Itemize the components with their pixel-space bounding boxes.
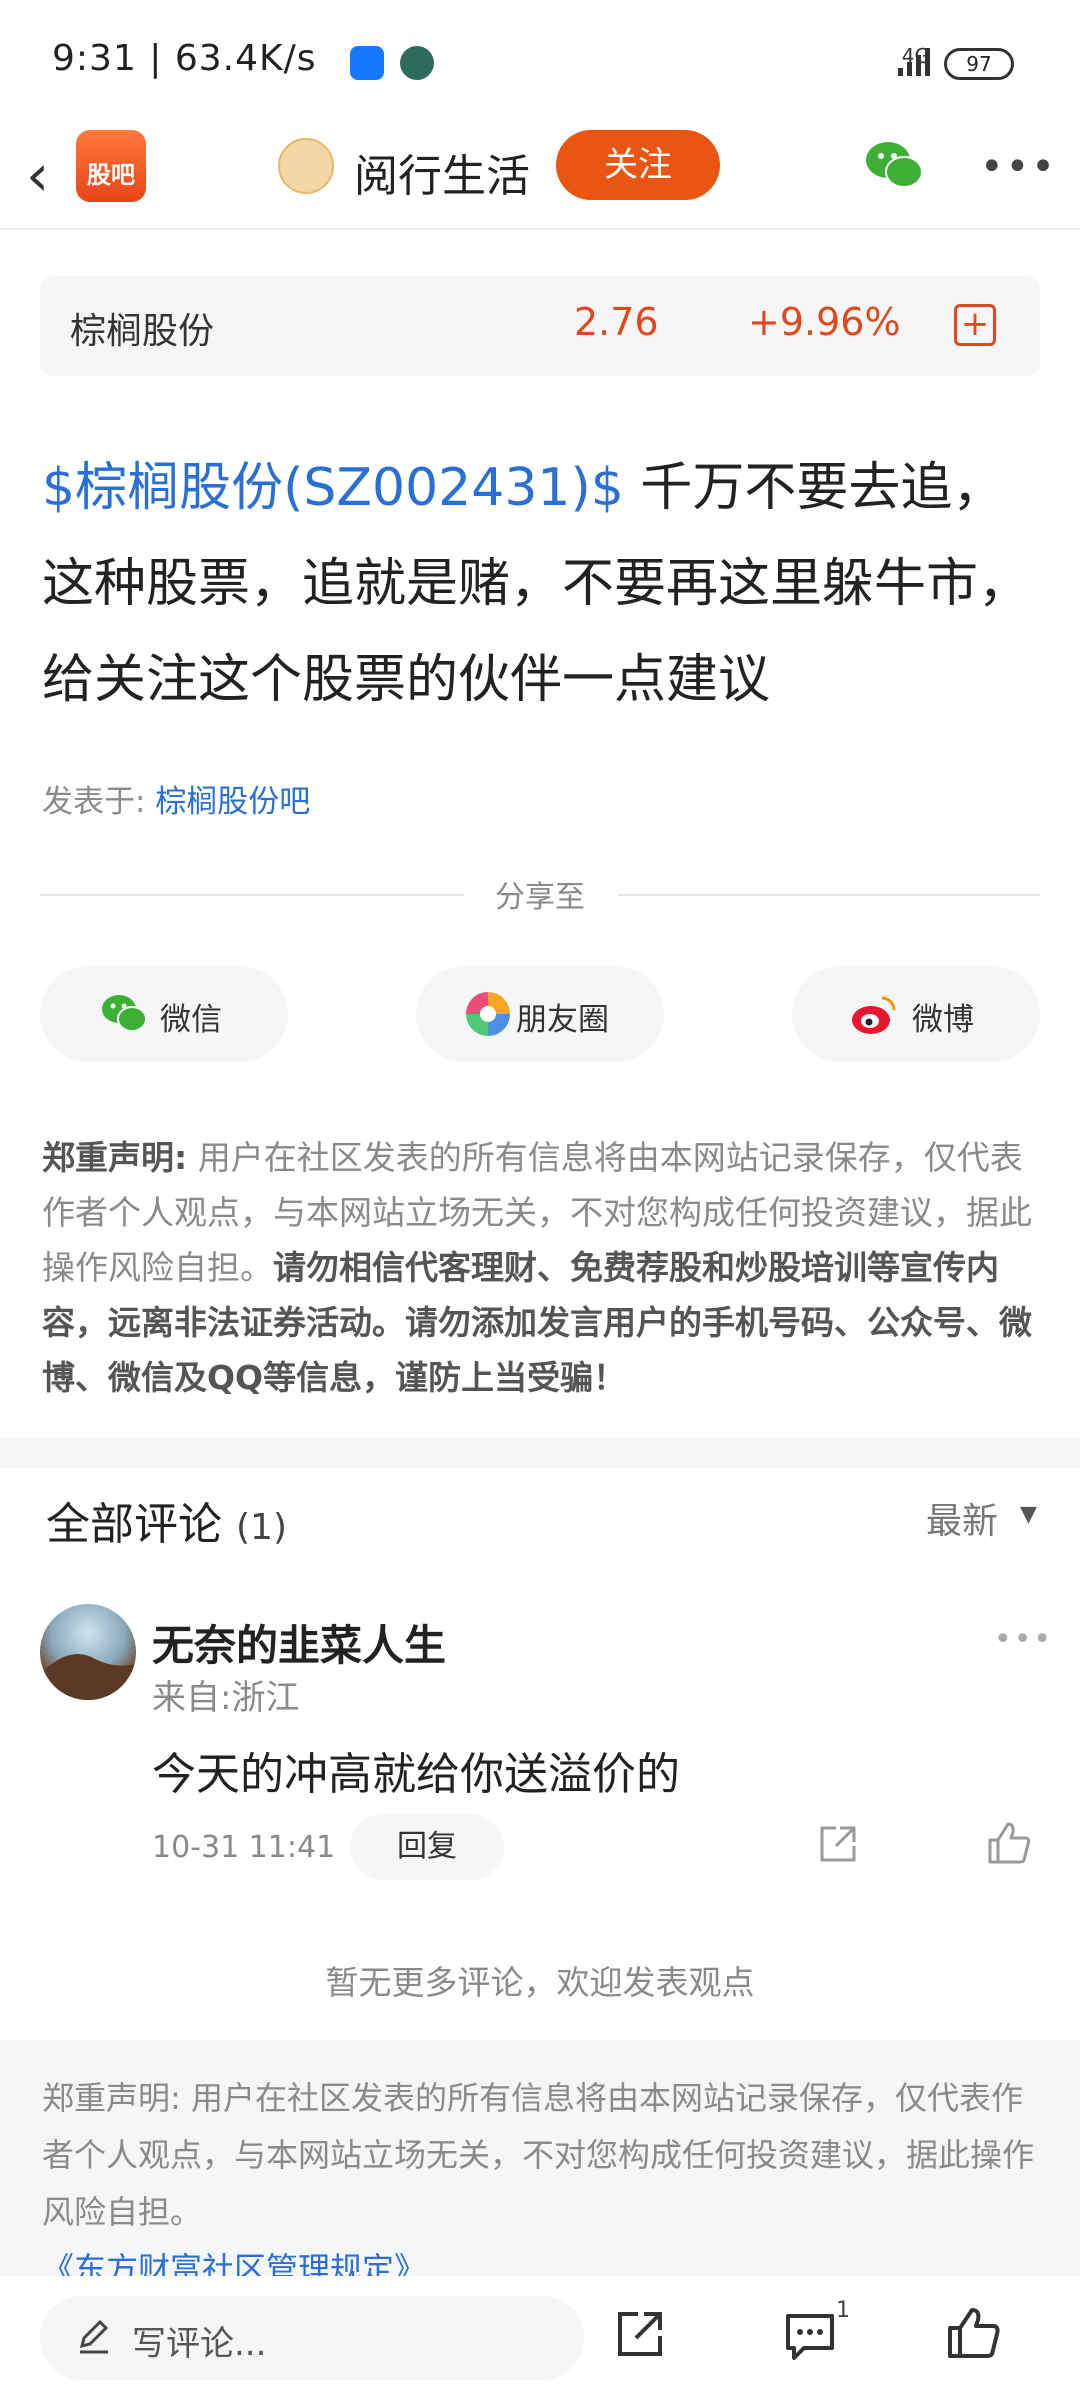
- follow-button[interactable]: 关注: [556, 130, 720, 200]
- author-name[interactable]: 阅行生活: [354, 140, 530, 204]
- like-icon[interactable]: [944, 2304, 1002, 2362]
- comment-text: 今天的冲高就给你送溢价的: [152, 1749, 680, 1800]
- comment-time: 10-31 11:41: [152, 1830, 336, 1865]
- footer-disclaimer-text: 郑重声明: 用户在社区发表的所有信息将由本网站记录保存，仅代表作者个人观点，与本…: [42, 2079, 1035, 2231]
- status-time-speed: 9:31 | 63.4K/s: [52, 38, 317, 79]
- weibo-icon: [852, 996, 896, 1034]
- commenter-location: 来自:浙江: [152, 1678, 300, 1718]
- stock-change: +9.96%: [748, 300, 901, 344]
- commenter-name[interactable]: 无奈的韭菜人生: [152, 1612, 446, 1673]
- posted-in-label: 发表于:: [42, 784, 146, 820]
- commenter-avatar[interactable]: [40, 1604, 136, 1700]
- share-label: 分享至: [495, 880, 585, 915]
- share-icon[interactable]: [612, 2306, 668, 2362]
- stock-tag-link[interactable]: $棕榈股份(SZ002431)$: [42, 458, 624, 518]
- comment-more-icon[interactable]: •••: [994, 1622, 1053, 1657]
- battery-indicator: 97: [944, 48, 1014, 80]
- more-options-icon[interactable]: •••: [980, 144, 1057, 190]
- disclaimer: 郑重声明: 用户在社区发表的所有信息将由本网站记录保存，仅代表作者个人观点，与本…: [42, 1130, 1042, 1405]
- comment-like-icon[interactable]: [986, 1820, 1032, 1866]
- stock-price: 2.76: [574, 300, 659, 344]
- pencil-icon: [79, 2319, 109, 2354]
- share-wechat-button[interactable]: 微信: [40, 966, 288, 1062]
- comment-count-badge: 1: [836, 2298, 850, 2323]
- reply-button[interactable]: 回复: [350, 1814, 504, 1880]
- write-comment-input[interactable]: 写评论...: [40, 2296, 584, 2380]
- wechat-share-icon[interactable]: [864, 138, 924, 194]
- app-notification-icon: [400, 46, 434, 80]
- stock-name: 棕榈股份: [70, 311, 215, 352]
- sort-dropdown[interactable]: 最新: [926, 1492, 998, 1544]
- disclaimer-title: 郑重声明:: [42, 1138, 188, 1177]
- write-comment-placeholder: 写评论...: [132, 2324, 267, 2364]
- post-content: $棕榈股份(SZ002431)$ 千万不要去追，这种股票，追就是赌，不要再这里躲…: [42, 440, 1042, 728]
- comments-title: 全部评论: [46, 1499, 222, 1550]
- share-moments-label: 朋友圈: [516, 1002, 609, 1038]
- section-separator: [0, 1438, 1080, 1468]
- share-moments-button[interactable]: 朋友圈: [416, 966, 664, 1062]
- signal-icon: [898, 48, 930, 76]
- share-weibo-label: 微博: [912, 1002, 974, 1038]
- top-nav-bar: ‹ 股吧 阅行生活 关注 •••: [0, 120, 1080, 230]
- forum-link[interactable]: 棕榈股份吧: [155, 784, 310, 820]
- comments-header: 全部评论 (1): [46, 1488, 287, 1552]
- caret-down-icon[interactable]: ▼: [1020, 1502, 1037, 1527]
- moments-icon: [466, 992, 510, 1036]
- posted-in: 发表于: 棕榈股份吧: [42, 776, 310, 821]
- share-wechat-label: 微信: [160, 1002, 222, 1038]
- comment-icon[interactable]: [782, 2308, 838, 2364]
- bottom-action-bar: 写评论... 1: [0, 2276, 1080, 2400]
- comment-share-icon[interactable]: [816, 1822, 860, 1866]
- no-more-comments: 暂无更多评论，欢迎发表观点: [325, 1963, 755, 2002]
- comments-count: (1): [236, 1507, 287, 1548]
- guba-logo[interactable]: 股吧: [76, 130, 146, 202]
- author-avatar-small[interactable]: [278, 138, 334, 194]
- add-watchlist-icon[interactable]: +: [954, 304, 996, 346]
- status-bar: 9:31 | 63.4K/s 4G 97: [0, 0, 1080, 120]
- alipay-icon: [350, 46, 384, 80]
- wechat-icon: [102, 995, 147, 1032]
- share-weibo-button[interactable]: 微博: [792, 966, 1040, 1062]
- stock-quote-card[interactable]: 棕榈股份 2.76 +9.96% +: [40, 276, 1040, 376]
